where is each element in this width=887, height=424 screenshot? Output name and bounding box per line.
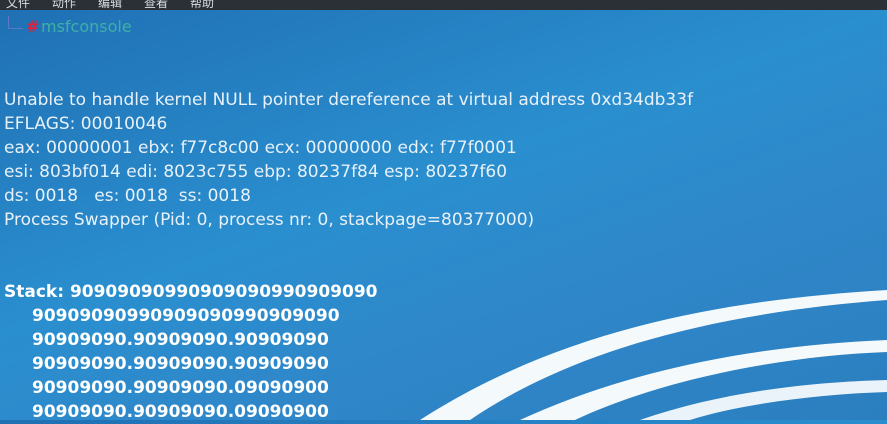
output-line: EFLAGS: 00010046 [4, 114, 168, 134]
prompt-command: msfconsole [41, 17, 132, 36]
stack-label: Stack: 90909090990909090990909090 [4, 282, 378, 302]
stack-line: 90909090.90909090.09090900 [32, 378, 329, 398]
output-line: ds: 0018 es: 0018 ss: 0018 [4, 186, 251, 206]
prompt-symbol: # [26, 17, 40, 36]
stack-line: 90909090.90909090.09090900 [32, 402, 329, 422]
menu-bar: 文件 动作 编辑 查看 帮助 [0, 0, 887, 10]
stack-line: 90909090.90909090.90909090 [32, 330, 329, 350]
output-line: Unable to handle kernel NULL pointer der… [4, 90, 694, 110]
menu-view[interactable]: 查看 [144, 0, 168, 10]
output-line: eax: 00000001 ebx: f77c8c00 ecx: 0000000… [4, 138, 517, 158]
menu-edit[interactable]: 编辑 [98, 0, 122, 10]
menu-help[interactable]: 帮助 [190, 0, 214, 10]
stack-line: 90909090990909090990909090 [32, 306, 340, 326]
stack-line: 90909090.90909090.90909090 [32, 354, 329, 374]
output-line: esi: 803bf014 edi: 8023c755 ebp: 80237f8… [4, 162, 508, 182]
menu-actions[interactable]: 动作 [52, 0, 76, 10]
menu-file[interactable]: 文件 [6, 0, 30, 10]
prompt-corner-icon [8, 16, 23, 29]
output-line: Process Swapper (Pid: 0, process nr: 0, … [4, 210, 535, 230]
